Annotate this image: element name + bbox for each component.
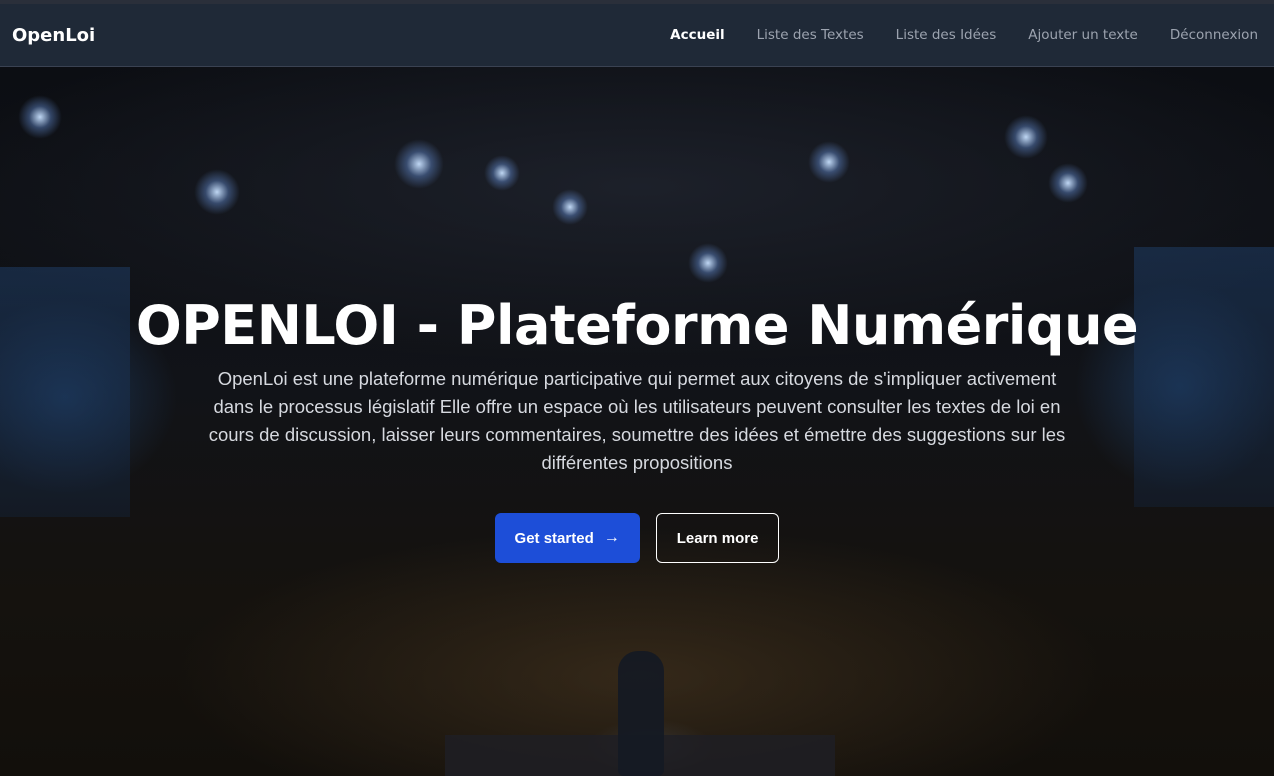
navbar: OpenLoi Accueil Liste des Textes Liste d… [0,4,1274,67]
learn-more-button[interactable]: Learn more [655,513,780,563]
hero-content: OPENLOI - Plateforme Numérique OpenLoi e… [0,67,1274,776]
hero-title: OPENLOI - Plateforme Numérique [135,294,1139,357]
hero-section: OPENLOI - Plateforme Numérique OpenLoi e… [0,67,1274,776]
nav-link-ajouter-texte[interactable]: Ajouter un texte [1028,27,1138,43]
arrow-right-icon: → [603,529,620,546]
nav-link-accueil[interactable]: Accueil [670,27,724,43]
learn-more-label: Learn more [676,529,759,547]
cta-buttons: Get started → Learn more [494,513,780,563]
nav-link-liste-textes[interactable]: Liste des Textes [757,27,864,43]
nav-link-deconnexion[interactable]: Déconnexion [1170,27,1258,43]
nav-links: Accueil Liste des Textes Liste des Idées… [670,27,1258,43]
get-started-button[interactable]: Get started → [494,513,640,563]
nav-link-liste-idees[interactable]: Liste des Idées [896,27,997,43]
get-started-label: Get started [514,529,594,547]
hero-description: OpenLoi est une plateforme numérique par… [208,368,1066,473]
brand-logo[interactable]: OpenLoi [12,25,95,46]
